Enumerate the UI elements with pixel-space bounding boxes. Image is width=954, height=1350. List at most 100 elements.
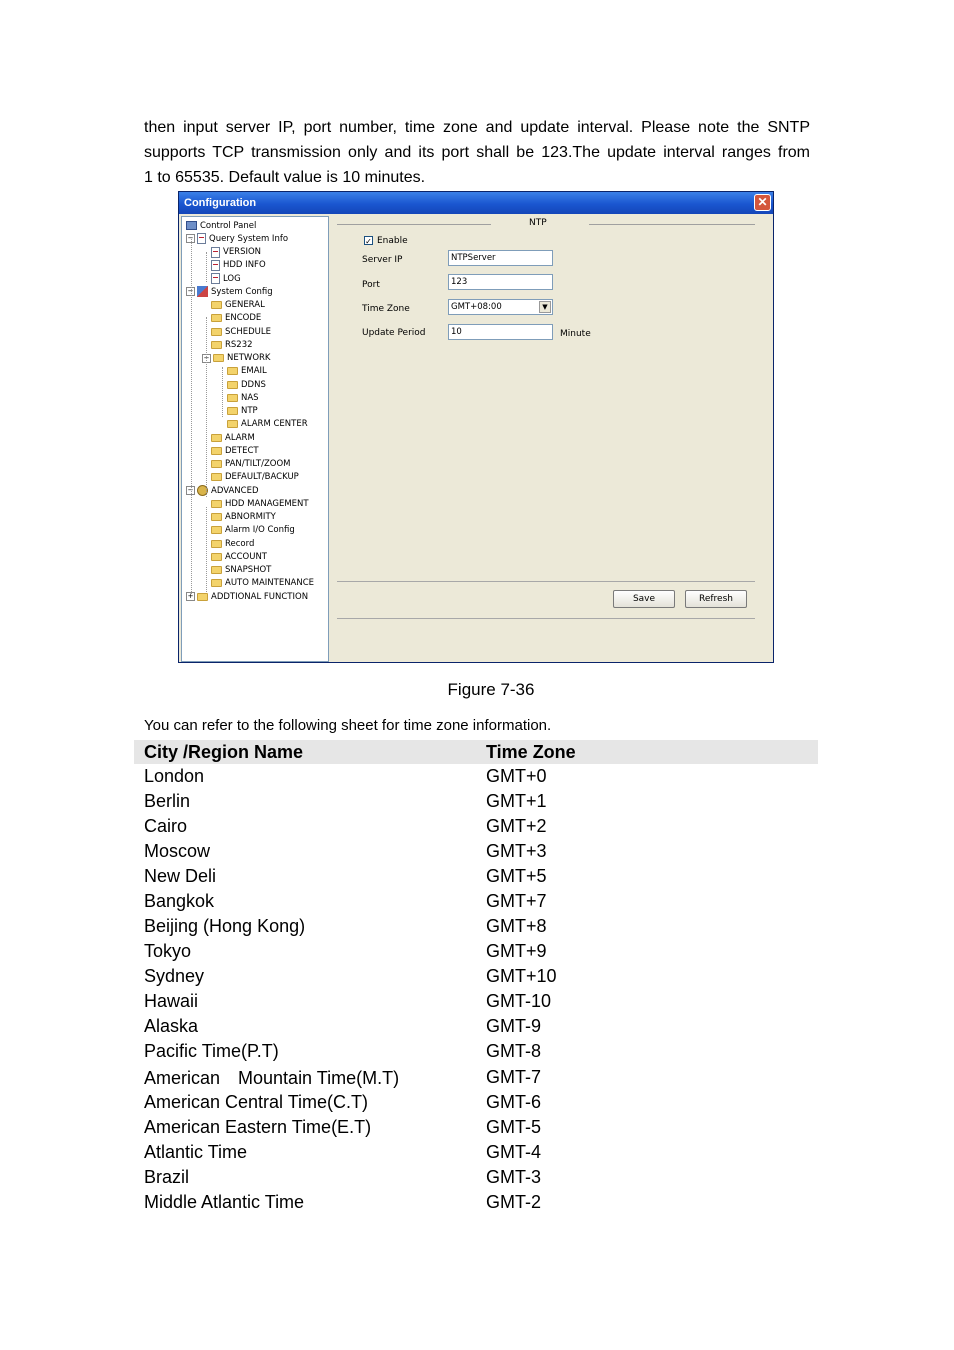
tree-item[interactable]: − System Config bbox=[186, 285, 273, 298]
city-cell: Tokyo bbox=[144, 941, 192, 961]
group-border bbox=[589, 224, 755, 225]
tree-item[interactable]: SCHEDULE bbox=[202, 325, 271, 338]
city-cell: American Central Time(C.T) bbox=[144, 1092, 369, 1112]
ntp-settings-panel: NTP ✓ Enable Server IP NTPServer Port 12… bbox=[331, 216, 773, 662]
city-cell: Brazil bbox=[144, 1167, 190, 1187]
tree-item-label: ACCOUNT bbox=[225, 551, 267, 562]
tools-icon bbox=[197, 286, 208, 298]
table-row: New Deli GMT+5 bbox=[134, 864, 818, 889]
table-row: London GMT+0 bbox=[134, 764, 818, 789]
port-label: Port bbox=[362, 280, 380, 290]
tree-item[interactable]: ALARM CENTER bbox=[218, 418, 308, 431]
tree-item-label: PAN/TILT/ZOOM bbox=[225, 459, 291, 469]
tree-item[interactable]: NTP bbox=[218, 405, 258, 418]
tree-item-label: SCHEDULE bbox=[225, 326, 271, 337]
tree-item[interactable]: PAN/TILT/ZOOM bbox=[202, 458, 290, 471]
city-cell: Beijing (Hong Kong) bbox=[144, 916, 306, 936]
time-zone-cell: GMT-6 bbox=[486, 1092, 542, 1112]
refresh-button[interactable]: Refresh bbox=[685, 590, 747, 608]
tree-item[interactable]: VERSION bbox=[202, 246, 261, 259]
server-ip-label: Server IP bbox=[362, 255, 403, 265]
tree-item[interactable]: NAS bbox=[218, 391, 259, 404]
tree-item-label: Alarm I/O Config bbox=[225, 525, 295, 536]
time-zone-cell: GMT+10 bbox=[486, 966, 557, 986]
time-zone-cell: GMT-2 bbox=[486, 1192, 542, 1212]
city-cell: Middle Atlantic Time bbox=[144, 1192, 305, 1212]
tree-item[interactable]: LOG bbox=[202, 272, 241, 285]
doc-icon bbox=[211, 259, 220, 271]
tree-item-label: NTP bbox=[241, 406, 258, 416]
tree-item[interactable]: ABNORMITY bbox=[202, 511, 276, 524]
close-icon: ✕ bbox=[757, 195, 768, 209]
folder-icon bbox=[211, 340, 222, 349]
minute-label: Minute bbox=[560, 329, 591, 339]
tree-item[interactable]: DEFAULT/BACKUP bbox=[202, 471, 299, 484]
enable-label: Enable bbox=[377, 236, 408, 246]
time-zone-value: GMT+08:00 bbox=[451, 302, 502, 312]
tree-item-label: ENCODE bbox=[225, 313, 262, 324]
time-zone-cell: GMT+2 bbox=[486, 816, 547, 836]
tree-item[interactable]: Alarm I/O Config bbox=[202, 524, 295, 537]
table-header-row: City /Region Name Time Zone bbox=[134, 740, 818, 764]
folder-icon bbox=[211, 473, 222, 482]
tree-item[interactable]: DDNS bbox=[218, 378, 266, 391]
table-row: American Central Time(C.T) GMT-6 bbox=[134, 1090, 818, 1115]
tree-item[interactable]: Control Panel bbox=[186, 219, 256, 232]
tree-item-label: DEFAULT/BACKUP bbox=[225, 472, 299, 483]
tree-item[interactable]: DETECT bbox=[202, 444, 259, 457]
city-cell: Atlantic Time bbox=[144, 1142, 248, 1162]
tree-item-label: HDD MANAGEMENT bbox=[225, 498, 309, 509]
folder-icon bbox=[211, 526, 222, 535]
table-row: Pacific Time(P.T) GMT-8 bbox=[134, 1039, 818, 1064]
table-row: Sydney GMT+10 bbox=[134, 964, 818, 989]
tree-item[interactable]: + ADDTIONAL FUNCTION bbox=[186, 590, 308, 603]
tree-item-label: DDNS bbox=[241, 379, 266, 390]
pc-icon bbox=[186, 221, 197, 230]
tree-item-label: RS232 bbox=[225, 339, 253, 350]
tree-item-label: ALARM CENTER bbox=[241, 419, 308, 430]
tree-item[interactable]: − Query System Info bbox=[186, 232, 288, 245]
tree-item-label: EMAIL bbox=[241, 366, 267, 377]
tree-item-label: AUTO MAINTENANCE bbox=[225, 578, 315, 589]
tree-item[interactable]: Record bbox=[202, 537, 254, 550]
tree-item[interactable]: ACCOUNT bbox=[202, 550, 267, 563]
tree-item[interactable]: ENCODE bbox=[202, 312, 261, 325]
config-tree[interactable]: Control Panel − Query System Info VERSION HD… bbox=[181, 216, 329, 662]
window-title: Configuration bbox=[184, 197, 257, 209]
time-zone-label: Time Zone bbox=[362, 304, 410, 314]
folder-icon bbox=[211, 460, 222, 468]
time-zone-table: City /Region Name Time Zone London GMT+0 B… bbox=[134, 740, 818, 1215]
tree-item[interactable]: GENERAL bbox=[202, 299, 265, 312]
save-button[interactable]: Save bbox=[613, 590, 675, 608]
tree-item[interactable]: HDD INFO bbox=[202, 259, 266, 272]
intro-paragraph: then input server IP, port number, time … bbox=[144, 115, 810, 190]
table-row: Cairo GMT+2 bbox=[134, 814, 818, 839]
enable-checkbox[interactable]: ✓ bbox=[364, 236, 373, 246]
tree-item[interactable]: SNAPSHOT bbox=[202, 564, 271, 577]
table-row: Berlin GMT+1 bbox=[134, 789, 818, 814]
chevron-down-icon[interactable]: ▼ bbox=[539, 301, 551, 313]
server-ip-input[interactable]: NTPServer bbox=[448, 250, 553, 266]
window-titlebar[interactable]: Configuration ✕ bbox=[179, 192, 773, 214]
table-row: Bangkok GMT+7 bbox=[134, 889, 818, 914]
tree-item[interactable]: ALARM bbox=[202, 431, 255, 444]
port-input[interactable]: 123 bbox=[448, 274, 553, 290]
update-period-input[interactable]: 10 bbox=[448, 324, 553, 340]
tree-connector bbox=[222, 367, 223, 417]
time-zone-select[interactable]: GMT+08:00 ▼ bbox=[448, 299, 553, 315]
table-row: Middle Atlantic Time GMT-2 bbox=[134, 1190, 818, 1215]
tree-item[interactable]: AUTO MAINTENANCE bbox=[202, 577, 314, 590]
close-button[interactable]: ✕ bbox=[754, 194, 771, 211]
tree-item[interactable]: − ADVANCED bbox=[186, 484, 259, 497]
tree-item[interactable]: EMAIL bbox=[218, 365, 267, 378]
tree-item[interactable]: HDD MANAGEMENT bbox=[202, 497, 309, 510]
time-zone-cell: GMT-4 bbox=[486, 1142, 542, 1162]
tree-connector bbox=[206, 317, 207, 497]
time-zone-cell: GMT+5 bbox=[486, 866, 547, 886]
tree-item-label: System Config bbox=[211, 286, 273, 297]
time-zone-cell: GMT+7 bbox=[486, 891, 547, 911]
paragraph-line: then input server IP, port number, time … bbox=[144, 119, 810, 136]
tree-item[interactable]: − NETWORK bbox=[202, 352, 271, 365]
tree-item[interactable]: RS232 bbox=[202, 338, 253, 351]
tree-connector bbox=[206, 507, 207, 592]
